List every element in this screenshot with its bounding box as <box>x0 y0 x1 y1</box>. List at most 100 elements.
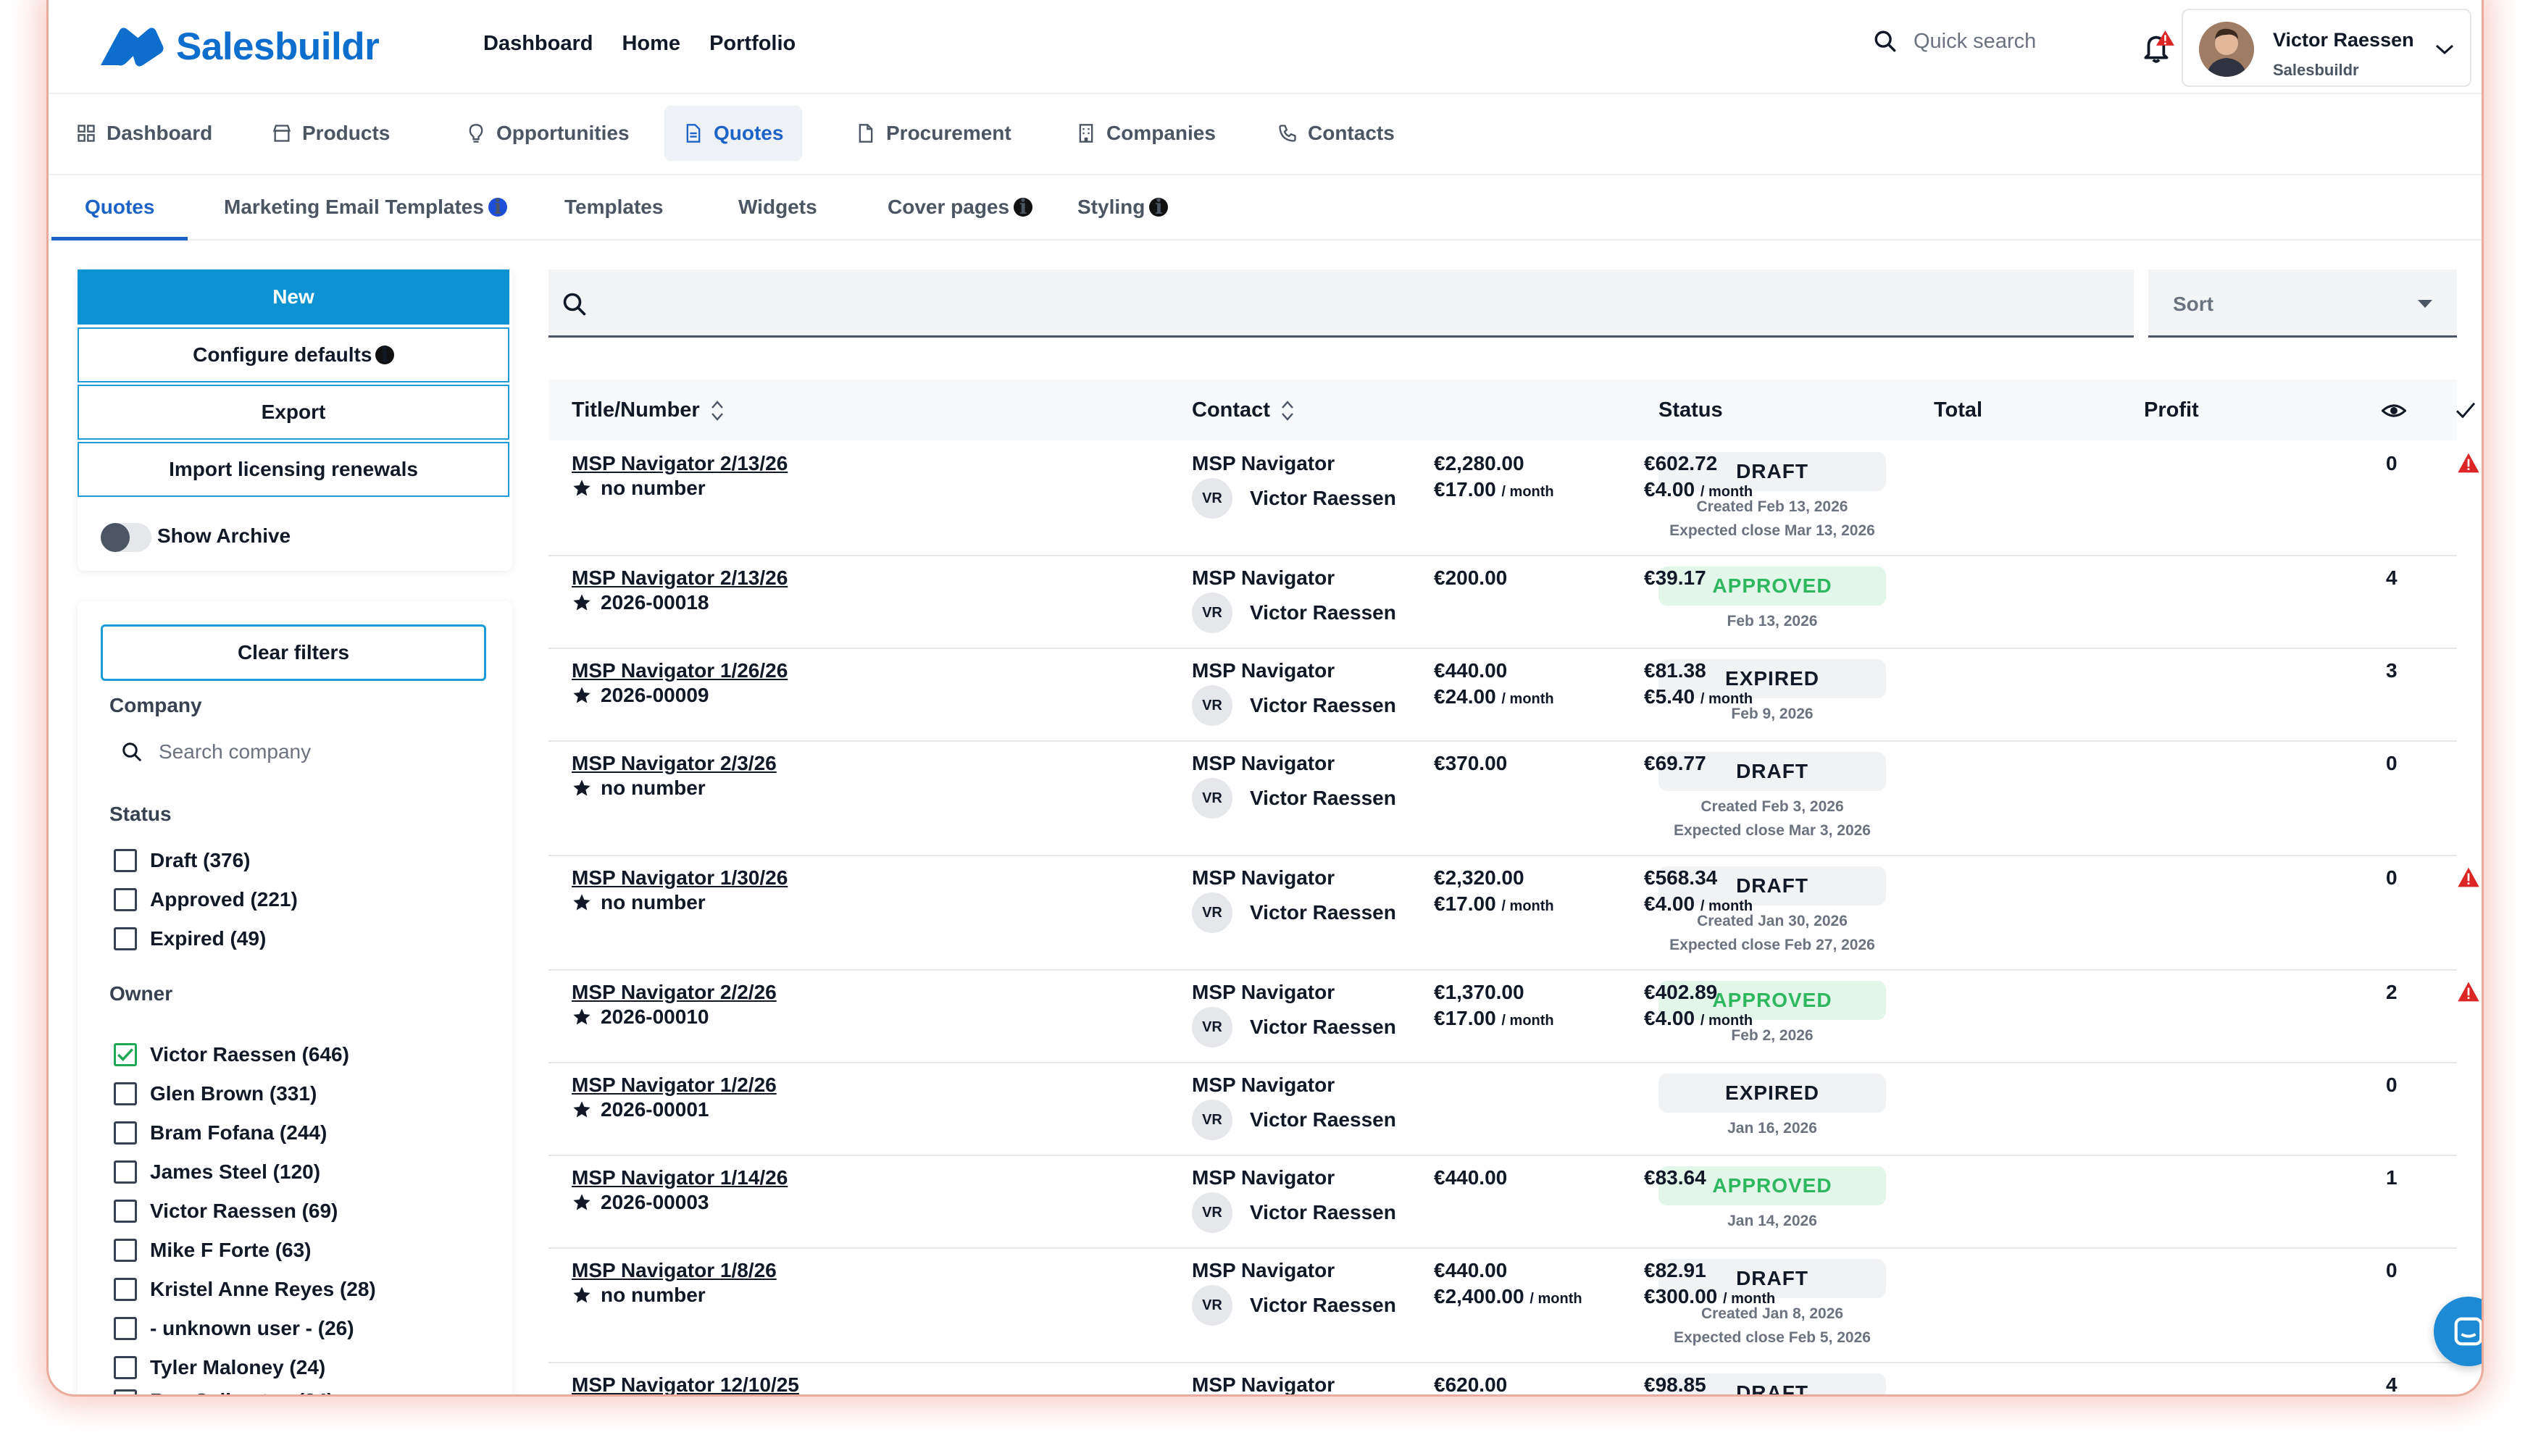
module-quotes[interactable]: Quotes <box>664 106 803 161</box>
checkbox[interactable] <box>114 1356 137 1379</box>
module-companies[interactable]: Companies <box>1057 106 1235 161</box>
checkbox[interactable] <box>114 1389 137 1394</box>
table-row[interactable]: MSP Navigator 1/2/26 2026-00001 MSP Naviga… <box>548 1062 2457 1156</box>
checkbox[interactable] <box>114 1121 137 1145</box>
quote-title-link[interactable]: MSP Navigator 1/8/26 <box>572 1259 777 1282</box>
warning-indicator[interactable] <box>2457 981 2480 1006</box>
contact-name[interactable]: Victor Raessen <box>1250 1294 1396 1317</box>
show-archive-toggle[interactable] <box>101 523 151 552</box>
info-icon[interactable]: i <box>1149 197 1169 217</box>
notification-bell-icon[interactable] <box>2140 29 2176 65</box>
owner-filter-option[interactable]: Bram Fofana (244) <box>114 1121 327 1145</box>
table-row[interactable]: MSP Navigator 1/8/26 no number MSP Navigat… <box>548 1247 2457 1363</box>
quote-title-link[interactable]: MSP Navigator 2/13/26 <box>572 566 788 590</box>
star-icon[interactable] <box>572 892 592 913</box>
status-filter-draft[interactable]: Draft (376) <box>114 849 250 872</box>
quote-title-link[interactable]: MSP Navigator 12/10/25 <box>572 1373 799 1394</box>
owner-filter-option[interactable]: Kristel Anne Reyes (28) <box>114 1278 376 1301</box>
warning-indicator[interactable] <box>2457 452 2480 477</box>
column-header-contact[interactable]: Contact <box>1192 398 1295 422</box>
table-row[interactable]: MSP Navigator 2/13/26 no number MSP Naviga… <box>548 440 2479 556</box>
owner-filter-option[interactable]: Roy Calimutan (24) <box>114 1389 334 1394</box>
status-filter-expired[interactable]: Expired (49) <box>114 927 266 950</box>
topnav-home[interactable]: Home <box>622 32 680 56</box>
checkbox[interactable] <box>114 1278 137 1301</box>
table-row[interactable]: MSP Navigator 2/2/26 2026-00010 MSP Naviga… <box>548 969 2479 1063</box>
checkbox[interactable] <box>114 1043 137 1066</box>
tab-marketing-email-templates[interactable]: Marketing Email Templates i <box>224 175 507 239</box>
logo[interactable]: Salesbuildr <box>98 23 380 70</box>
owner-filter-option[interactable]: - unknown user - (26) <box>114 1317 354 1340</box>
warning-icon[interactable] <box>2457 866 2480 888</box>
star-icon[interactable] <box>572 593 592 613</box>
star-icon[interactable] <box>572 685 592 706</box>
table-row[interactable]: MSP Navigator 2/13/26 2026-00018 MSP Navig… <box>548 555 2457 649</box>
export-button[interactable]: Export <box>78 385 509 440</box>
owner-filter-option[interactable]: Victor Raessen (646) <box>114 1043 349 1066</box>
owner-filter-option[interactable]: James Steel (120) <box>114 1160 320 1184</box>
module-contacts[interactable]: Contacts <box>1259 106 1414 161</box>
module-procurement[interactable]: Procurement <box>837 106 1030 161</box>
checkbox[interactable] <box>114 1082 137 1105</box>
contact-name[interactable]: Victor Raessen <box>1250 1108 1396 1131</box>
contact-name[interactable]: Victor Raessen <box>1250 901 1396 924</box>
star-icon[interactable] <box>572 1285 592 1305</box>
status-filter-approved[interactable]: Approved (221) <box>114 888 298 911</box>
sort-select[interactable]: Sort <box>2148 269 2457 338</box>
star-icon[interactable] <box>572 478 592 498</box>
module-opportunities[interactable]: Opportunities <box>447 106 648 161</box>
warning-icon[interactable] <box>2457 452 2480 474</box>
quote-title-link[interactable]: MSP Navigator 2/3/26 <box>572 752 777 775</box>
company-search-input[interactable]: Search company <box>121 740 311 763</box>
checkbox[interactable] <box>114 1200 137 1223</box>
table-row[interactable]: MSP Navigator 1/14/26 2026-00003 MSP Navig… <box>548 1155 2457 1249</box>
checkbox[interactable] <box>114 888 137 911</box>
tab-cover-pages[interactable]: Cover pages i <box>888 175 1033 239</box>
owner-filter-option[interactable]: Mike F Forte (63) <box>114 1239 311 1262</box>
table-row[interactable]: MSP Navigator 2/3/26 no number MSP Navigat… <box>548 740 2457 856</box>
info-icon[interactable]: i <box>488 197 507 217</box>
checkbox[interactable] <box>114 1317 137 1340</box>
quote-title-link[interactable]: MSP Navigator 2/2/26 <box>572 981 777 1004</box>
clear-filters-button[interactable]: Clear filters <box>101 624 486 681</box>
tab-widgets[interactable]: Widgets <box>738 175 817 239</box>
quick-search[interactable]: Quick search <box>1873 29 2036 54</box>
quote-search-input[interactable] <box>548 269 2134 338</box>
star-icon[interactable] <box>572 1007 592 1027</box>
info-icon[interactable]: i <box>1014 197 1033 217</box>
contact-name[interactable]: Victor Raessen <box>1250 787 1396 810</box>
contact-name[interactable]: Victor Raessen <box>1250 694 1396 717</box>
table-row[interactable]: MSP Navigator 1/26/26 2026-00009 MSP Navig… <box>548 648 2457 742</box>
star-icon[interactable] <box>572 1192 592 1213</box>
table-row[interactable]: MSP Navigator 1/30/26 no number MSP Naviga… <box>548 855 2479 971</box>
owner-filter-option[interactable]: Victor Raessen (69) <box>114 1200 338 1223</box>
quote-title-link[interactable]: MSP Navigator 1/14/26 <box>572 1166 788 1189</box>
module-dashboard[interactable]: Dashboard <box>57 106 231 161</box>
column-header-title[interactable]: Title/Number <box>572 398 725 422</box>
table-row[interactable]: MSP Navigator 12/10/25 MSP Navigator DRAFT… <box>548 1362 2457 1394</box>
checkbox[interactable] <box>114 1239 137 1262</box>
topnav-portfolio[interactable]: Portfolio <box>709 32 796 56</box>
contact-name[interactable]: Victor Raessen <box>1250 1201 1396 1224</box>
quote-title-link[interactable]: MSP Navigator 1/30/26 <box>572 866 788 890</box>
star-icon[interactable] <box>572 778 592 798</box>
contact-name[interactable]: Victor Raessen <box>1250 1016 1396 1039</box>
owner-filter-option[interactable]: Tyler Maloney (24) <box>114 1356 325 1379</box>
new-quote-button[interactable]: New <box>78 269 509 325</box>
quote-title-link[interactable]: MSP Navigator 2/13/26 <box>572 452 788 475</box>
warning-indicator[interactable] <box>2457 866 2480 892</box>
configure-defaults-button[interactable]: Configure defaults i <box>78 327 509 382</box>
module-products[interactable]: Products <box>253 106 409 161</box>
contact-name[interactable]: Victor Raessen <box>1250 601 1396 624</box>
checkbox[interactable] <box>114 849 137 872</box>
topnav-dashboard[interactable]: Dashboard <box>483 32 593 56</box>
tab-templates[interactable]: Templates <box>564 175 663 239</box>
checkbox[interactable] <box>114 1160 137 1184</box>
tab-quotes[interactable]: Quotes <box>51 175 189 240</box>
tab-styling[interactable]: Styling i <box>1077 175 1169 239</box>
user-menu[interactable]: Victor Raessen Salesbuildr <box>2182 9 2471 87</box>
contact-name[interactable]: Victor Raessen <box>1250 487 1396 510</box>
owner-filter-option[interactable]: Glen Brown (331) <box>114 1082 317 1105</box>
quote-title-link[interactable]: MSP Navigator 1/2/26 <box>572 1074 777 1097</box>
checkbox[interactable] <box>114 927 137 950</box>
